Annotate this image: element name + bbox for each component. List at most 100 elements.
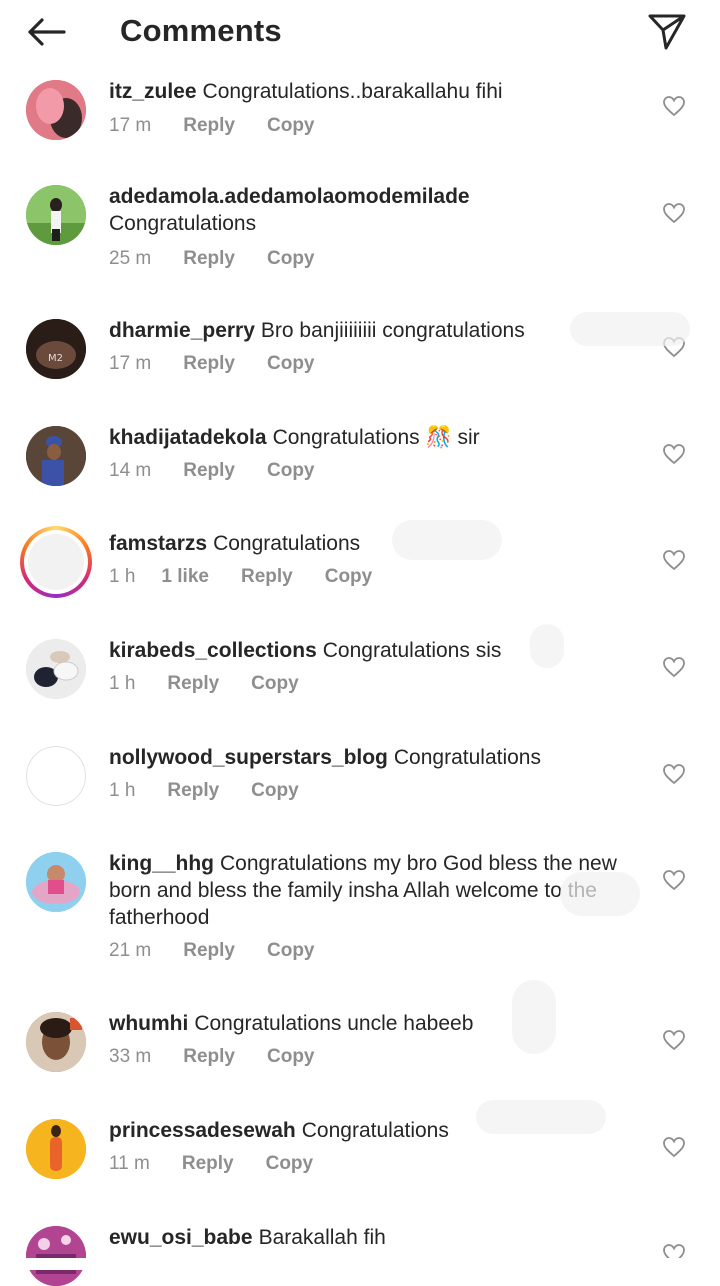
share-button[interactable] [646, 10, 688, 52]
comment-meta: 14 m Reply Copy [109, 460, 347, 482]
copy-button[interactable]: Copy [251, 673, 299, 694]
comment-text: king__hhg Congratulations my bro God bles… [109, 850, 629, 931]
comment-likes-count[interactable]: 1 like [161, 566, 209, 587]
heart-icon [663, 1030, 685, 1051]
redaction-smudge [512, 980, 556, 1054]
comment-username[interactable]: khadijatadekola [109, 426, 267, 449]
comment-time: 21 m [109, 940, 152, 961]
avatar[interactable] [26, 746, 86, 806]
comment-text: khadijatadekola Congratulations 🎊 sir [109, 424, 639, 451]
page-title: Comments [120, 13, 282, 48]
like-button[interactable] [662, 94, 686, 118]
comment-meta: 1 h Reply Copy [109, 673, 331, 695]
comment-meta: 17 m Reply Copy [109, 115, 347, 137]
comment-meta: 1 h 1 like Reply Copy [109, 566, 404, 588]
comment-username[interactable]: ewu_osi_babe [109, 1226, 253, 1249]
comment-time: 33 m [109, 1046, 152, 1067]
heart-icon [663, 96, 685, 117]
copy-button[interactable]: Copy [267, 460, 315, 481]
comment-username[interactable]: adedamola.adedamolaomodemilade [109, 185, 470, 208]
comment-username[interactable]: whumhi [109, 1012, 188, 1035]
bottom-edge [0, 1258, 720, 1270]
comment-meta: 21 m Reply Copy [109, 940, 347, 962]
copy-button[interactable]: Copy [267, 940, 315, 961]
redaction-smudge [392, 520, 502, 560]
avatar[interactable] [26, 1119, 86, 1179]
like-button[interactable] [662, 655, 686, 679]
comment-body: Congratulations sis [322, 639, 502, 662]
reply-button[interactable]: Reply [182, 1153, 234, 1174]
copy-button[interactable]: Copy [251, 780, 299, 801]
like-button[interactable] [662, 1135, 686, 1159]
reply-button[interactable]: Reply [183, 248, 235, 269]
like-button[interactable] [662, 762, 686, 786]
reply-button[interactable]: Reply [183, 353, 235, 374]
reply-button[interactable]: Reply [183, 940, 235, 961]
avatar-story-ring[interactable] [20, 526, 92, 598]
like-button[interactable] [662, 1028, 686, 1052]
heart-icon [663, 550, 685, 571]
avatar[interactable] [26, 1226, 86, 1286]
comment-time: 11 m [109, 1153, 150, 1174]
copy-button[interactable]: Copy [267, 115, 315, 136]
copy-button[interactable]: Copy [267, 248, 315, 269]
avatar[interactable]: M2 [26, 319, 86, 379]
comment-username[interactable]: kirabeds_collections [109, 639, 317, 662]
comment-time: 17 m [109, 353, 152, 374]
comment-meta: 11 m Reply Copy [109, 1153, 345, 1175]
comment-text: ewu_osi_babe Barakallah fih [109, 1224, 639, 1251]
reply-button[interactable]: Reply [183, 460, 235, 481]
comment-username[interactable]: itz_zulee [109, 80, 197, 103]
avatar[interactable] [26, 80, 86, 140]
comment-text: adedamola.adedamolaomodemilade Congratula… [109, 183, 639, 237]
comment-body: Congratulations..barakallahu fihi [202, 80, 503, 103]
redaction-smudge [530, 624, 564, 668]
reply-button[interactable]: Reply [183, 1046, 235, 1067]
redaction-smudge [476, 1100, 606, 1134]
avatar[interactable] [26, 852, 86, 912]
heart-icon [663, 444, 685, 465]
comment-time: 1 h [109, 780, 136, 801]
redaction-smudge [570, 312, 690, 346]
comment-time: 1 h [109, 673, 136, 694]
comment-time: 25 m [109, 248, 152, 269]
comment-text: dharmie_perry Bro banjiiiiiiii congratula… [109, 317, 639, 344]
comment-body: Congratulations [301, 1119, 449, 1142]
avatar[interactable] [26, 639, 86, 699]
heart-icon [663, 870, 685, 891]
reply-button[interactable]: Reply [167, 673, 219, 694]
comment-meta: 17 m Reply Copy [109, 353, 347, 375]
avatar[interactable] [26, 1012, 86, 1072]
comment-body: Congratulations [213, 532, 361, 555]
like-button[interactable] [662, 548, 686, 572]
reply-button[interactable]: Reply [167, 780, 219, 801]
copy-button[interactable]: Copy [267, 353, 315, 374]
redaction-smudge [560, 872, 640, 916]
comment-username[interactable]: princessadesewah [109, 1119, 296, 1142]
avatar[interactable] [26, 185, 86, 245]
comment-username[interactable]: dharmie_perry [109, 319, 255, 342]
reply-button[interactable]: Reply [183, 115, 235, 136]
comment-username[interactable]: nollywood_superstars_blog [109, 746, 388, 769]
copy-button[interactable]: Copy [325, 566, 373, 587]
like-button[interactable] [662, 868, 686, 892]
like-button[interactable] [662, 442, 686, 466]
copy-button[interactable]: Copy [267, 1046, 315, 1067]
comment-text: whumhi Congratulations uncle habeeb [109, 1010, 639, 1037]
like-button[interactable] [662, 201, 686, 225]
reply-button[interactable]: Reply [241, 566, 293, 587]
comment-username[interactable]: king__hhg [109, 852, 214, 875]
heart-icon [663, 1137, 685, 1158]
heart-icon [663, 657, 685, 678]
copy-button[interactable]: Copy [266, 1153, 314, 1174]
header-bar: Comments [0, 0, 720, 64]
comment-meta: 25 m Reply Copy [109, 248, 347, 270]
arrow-left-icon [28, 18, 66, 46]
comment-body: Congratulations uncle habeeb [194, 1012, 474, 1035]
comment-username[interactable]: famstarzs [109, 532, 207, 555]
comment-body: Congratulations 🎊 sir [272, 426, 480, 449]
comment-body: Congratulations [393, 746, 541, 769]
comment-text: nollywood_superstars_blog Congratulations [109, 744, 639, 771]
back-button[interactable] [24, 12, 70, 52]
avatar[interactable] [26, 426, 86, 486]
